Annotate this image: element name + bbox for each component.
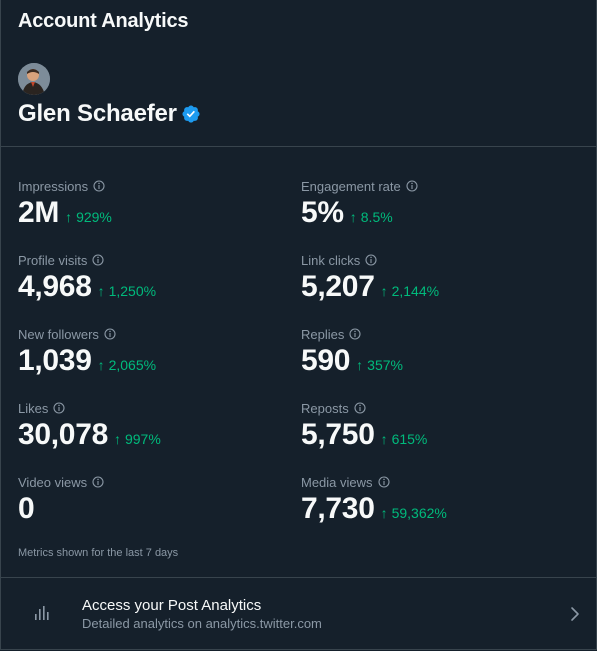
metric-value: 590	[301, 344, 351, 377]
arrow-up-icon: ↑	[97, 283, 105, 299]
metric-label-row: Profile visits	[18, 252, 278, 268]
info-icon[interactable]	[104, 328, 116, 340]
arrow-up-icon: ↑	[380, 505, 388, 521]
metric-value-row: 2M ↑ 929%	[18, 196, 278, 230]
arrow-up-icon: ↑	[356, 357, 364, 373]
page-title: Account Analytics	[18, 10, 189, 32]
metric-change-value: 2,144%	[391, 283, 440, 299]
avatar[interactable]	[18, 63, 50, 95]
metric-label-row: Video views	[18, 474, 278, 490]
metric-label-row: Replies	[301, 326, 561, 342]
metric-impressions: Impressions 2M ↑ 929%	[18, 178, 278, 230]
metric-value-row: 30,078 ↑ 997%	[18, 418, 278, 452]
metric-change: ↑ 2,065%	[98, 357, 156, 373]
metric-label: Link clicks	[301, 252, 361, 268]
metric-change: ↑ 2,144%	[381, 283, 439, 299]
chevron-right-icon	[568, 606, 582, 622]
metric-change: ↑ 59,362%	[381, 505, 447, 521]
metric-video-views: Video views 0	[18, 474, 278, 526]
info-icon[interactable]	[365, 254, 377, 266]
metric-label-row: Engagement rate	[301, 178, 561, 194]
metric-value: 7,730	[301, 492, 375, 525]
metric-change-value: 1,250%	[108, 283, 157, 299]
metric-value-row: 0	[18, 492, 278, 526]
profile-name[interactable]: Glen Schaefer	[18, 100, 177, 128]
metric-change: ↑ 615%	[381, 431, 428, 447]
info-icon[interactable]	[53, 402, 65, 414]
post-analytics-subtitle: Detailed analytics on analytics.twitter.…	[82, 616, 322, 631]
info-icon[interactable]	[354, 402, 366, 414]
metric-change-value: 357%	[367, 357, 403, 373]
arrow-up-icon: ↑	[380, 283, 388, 299]
metric-change-value: 8.5%	[360, 209, 393, 225]
profile-name-row: Glen Schaefer	[18, 100, 201, 128]
post-analytics-link[interactable]: Access your Post Analytics Detailed anal…	[0, 578, 597, 651]
metric-value-row: 4,968 ↑ 1,250%	[18, 270, 278, 304]
metric-value-row: 1,039 ↑ 2,065%	[18, 344, 278, 378]
metric-value: 5,750	[301, 418, 375, 451]
metric-change: ↑ 8.5%	[350, 209, 393, 225]
metric-label-row: Reposts	[301, 400, 561, 416]
metric-value: 30,078	[18, 418, 108, 451]
metric-value-row: 5,207 ↑ 2,144%	[301, 270, 561, 304]
metric-value-row: 5,750 ↑ 615%	[301, 418, 561, 452]
metric-value-row: 5% ↑ 8.5%	[301, 196, 561, 230]
metric-reposts: Reposts 5,750 ↑ 615%	[301, 400, 561, 452]
metric-label: Engagement rate	[301, 178, 401, 194]
metric-label: Likes	[18, 400, 49, 416]
metric-label-row: New followers	[18, 326, 278, 342]
metric-label: Replies	[301, 326, 345, 342]
arrow-up-icon: ↑	[97, 357, 105, 373]
post-analytics-title: Access your Post Analytics	[82, 597, 262, 614]
info-icon[interactable]	[349, 328, 361, 340]
verified-badge-icon	[181, 104, 201, 124]
metric-replies: Replies 590 ↑ 357%	[301, 326, 561, 378]
metric-label-row: Likes	[18, 400, 278, 416]
metric-value: 4,968	[18, 270, 92, 303]
metric-value-row: 7,730 ↑ 59,362%	[301, 492, 561, 526]
metrics-footnote: Metrics shown for the last 7 days	[18, 547, 179, 559]
metric-label: Profile visits	[18, 252, 88, 268]
metric-value: 5%	[301, 196, 344, 229]
info-icon[interactable]	[92, 476, 104, 488]
metric-change-value: 997%	[124, 431, 161, 447]
arrow-up-icon: ↑	[380, 431, 388, 447]
metric-change: ↑ 997%	[114, 431, 161, 447]
arrow-up-icon: ↑	[113, 431, 121, 447]
metric-new-followers: New followers 1,039 ↑ 2,065%	[18, 326, 278, 378]
metric-label-row: Impressions	[18, 178, 278, 194]
metric-value: 5,207	[301, 270, 375, 303]
metric-change: ↑ 1,250%	[98, 283, 156, 299]
metric-label-row: Media views	[301, 474, 561, 490]
metric-likes: Likes 30,078 ↑ 997%	[18, 400, 278, 452]
metric-change-value: 929%	[76, 209, 112, 225]
metric-change: ↑ 357%	[356, 357, 403, 373]
metric-label: New followers	[18, 326, 99, 342]
metric-change: ↑ 929%	[65, 209, 112, 225]
metric-change-value: 59,362%	[391, 505, 447, 521]
divider	[0, 146, 597, 147]
info-icon[interactable]	[92, 254, 104, 266]
metric-change-value: 2,065%	[108, 357, 157, 373]
metric-label: Video views	[18, 474, 88, 490]
metric-label: Reposts	[301, 400, 349, 416]
arrow-up-icon: ↑	[349, 209, 357, 225]
bar-chart-icon	[34, 605, 50, 621]
metric-value: 0	[18, 492, 35, 525]
info-icon[interactable]	[93, 180, 105, 192]
metric-media-views: Media views 7,730 ↑ 59,362%	[301, 474, 561, 526]
metric-engagement-rate: Engagement rate 5% ↑ 8.5%	[301, 178, 561, 230]
metric-value: 2M	[18, 196, 60, 229]
metric-label: Media views	[301, 474, 373, 490]
metric-change-value: 615%	[391, 431, 428, 447]
metric-link-clicks: Link clicks 5,207 ↑ 2,144%	[301, 252, 561, 304]
metric-label: Impressions	[18, 178, 89, 194]
info-icon[interactable]	[377, 476, 390, 488]
arrow-up-icon: ↑	[65, 209, 73, 225]
metric-value: 1,039	[18, 344, 92, 377]
metric-label-row: Link clicks	[301, 252, 561, 268]
metric-value-row: 590 ↑ 357%	[301, 344, 561, 378]
info-icon[interactable]	[406, 180, 418, 192]
metric-profile-visits: Profile visits 4,968 ↑ 1,250%	[18, 252, 278, 304]
